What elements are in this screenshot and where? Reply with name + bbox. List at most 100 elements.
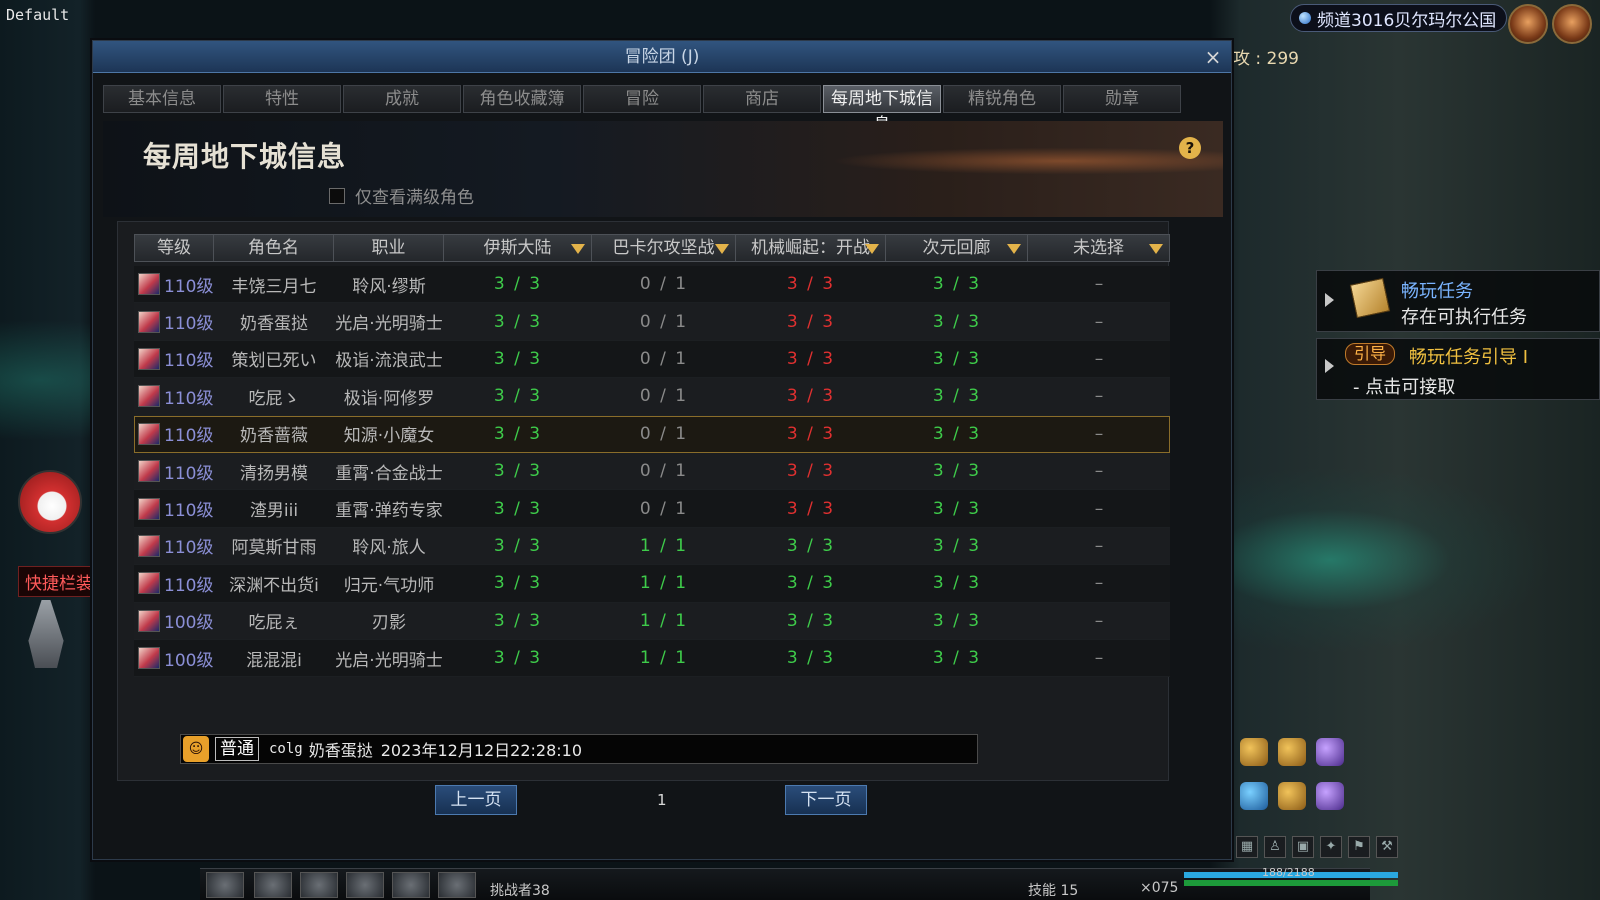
isle-cell: 3 / 3 (493, 535, 543, 556)
bag-menu-icon[interactable]: ▣ (1292, 836, 1314, 858)
chest-icon[interactable] (1240, 738, 1268, 766)
dimension-cell: 3 / 3 (932, 311, 982, 332)
table-row[interactable]: 110级 奶香蛋挞 光启·光明骑士 3 / 3 0 / 1 3 / 3 3 / 3 – (134, 303, 1170, 341)
unselected-cell: – (1094, 610, 1104, 631)
level-cell: 110级 (164, 538, 214, 559)
chat-emote-icon[interactable]: ☺ (183, 736, 209, 762)
window-title: 冒险团 (J) (624, 47, 700, 67)
page-number: 1 (657, 791, 667, 809)
dropdown-triangle-icon[interactable] (865, 244, 879, 254)
guide-quest-action[interactable]: - 点击可接取 (1353, 373, 1455, 399)
chat-message-bar[interactable]: ☺ 普通 colg 奶香蛋挞 2023年12月12日22:28:10 (180, 734, 978, 764)
character-figure-icon (28, 600, 64, 668)
quest-title[interactable]: 畅玩任务 (1401, 277, 1473, 303)
close-icon[interactable]: × (1201, 41, 1225, 73)
column-header[interactable]: 巴卡尔攻坚战 (592, 234, 736, 262)
quest-tracker-guide[interactable]: 引导 畅玩任务引导 I - 点击可接取 (1316, 338, 1600, 400)
isle-cell: 3 / 3 (493, 386, 543, 407)
character-menu-icon[interactable]: ♙ (1264, 836, 1286, 858)
column-header[interactable]: 次元回廊 (886, 234, 1028, 262)
dropdown-triangle-icon[interactable] (571, 244, 585, 254)
window-titlebar[interactable]: 冒险团 (J) × (93, 41, 1231, 73)
expand-arrow-icon[interactable] (1325, 359, 1334, 373)
character-avatar-icon (138, 497, 160, 520)
skill-slot-icon[interactable] (392, 872, 430, 898)
column-header-label: 巴卡尔攻坚战 (612, 238, 715, 258)
menu-orb-icon[interactable] (1508, 4, 1548, 44)
table-row[interactable]: 110级 渣男iii 重霄·弹药专家 3 / 3 0 / 1 3 / 3 3 / 3 – (134, 490, 1170, 528)
dropdown-triangle-icon[interactable] (1149, 244, 1163, 254)
help-icon[interactable]: ? (1179, 137, 1201, 159)
max-level-filter[interactable]: 仅查看满级角色 (329, 183, 474, 208)
table-row[interactable]: 110级 深渊不出货i 归元·气功师 3 / 3 1 / 1 3 / 3 3 / 3 – (134, 565, 1170, 603)
tab-2[interactable]: 成就 (343, 85, 461, 113)
dropdown-triangle-icon[interactable] (1007, 244, 1021, 254)
skill-slot-icon[interactable] (206, 872, 244, 898)
table-row[interactable]: 100级 混混混i 光启·光明骑士 3 / 3 1 / 1 3 / 3 3 / 3 – (134, 639, 1170, 678)
gift-icon[interactable] (1316, 782, 1344, 810)
table-row[interactable]: 110级 阿莫斯甘雨 聆风·旅人 3 / 3 1 / 1 3 / 3 3 / 3 – (134, 527, 1170, 566)
guild-menu-icon[interactable]: ⚑ (1348, 836, 1370, 858)
mech-cell: 3 / 3 (786, 348, 836, 369)
column-header[interactable]: 未选择 (1028, 234, 1170, 262)
cart-icon[interactable] (1278, 738, 1306, 766)
column-header[interactable]: 机械崛起：开战 (736, 234, 886, 262)
name-cell: 吃屁ゝ (248, 388, 300, 409)
skill-slot-icon[interactable] (346, 872, 384, 898)
tab-6[interactable]: 每周地下城信息 (823, 85, 941, 135)
filter-checkbox[interactable] (329, 187, 345, 204)
character-avatar-icon (138, 422, 160, 445)
tab-7[interactable]: 精锐角色 (943, 85, 1061, 113)
column-header: 职业 (334, 234, 444, 262)
tab-0[interactable]: 基本信息 (103, 85, 221, 113)
table-row[interactable]: 110级 吃屁ゝ 极诣·阿修罗 3 / 3 0 / 1 3 / 3 3 / 3 – (134, 378, 1170, 416)
shortcut-bar-tag[interactable]: 快捷栏装 (18, 566, 100, 597)
guide-quest-title[interactable]: 畅玩任务引导 I (1409, 343, 1528, 369)
name-cell: 吃屁ぇ (248, 613, 300, 634)
skill-slot-icon[interactable] (254, 872, 292, 898)
table-row[interactable]: 110级 丰饶三月七 聆风·缪斯 3 / 3 0 / 1 3 / 3 3 / 3 – (134, 266, 1170, 304)
prev-page-button[interactable]: 上一页 (435, 785, 517, 815)
name-cell: 阿莫斯甘雨 (231, 538, 317, 559)
chat-sender: 奶香蛋挞 (308, 741, 373, 760)
tab-8[interactable]: 勋章 (1063, 85, 1181, 113)
quest-tracker-play[interactable]: 畅玩任务 存在可执行任务 (1316, 270, 1600, 332)
isle-cell: 3 / 3 (493, 348, 543, 369)
tab-1[interactable]: 特性 (223, 85, 341, 113)
tab-5[interactable]: 商店 (703, 85, 821, 113)
attack-readout: 攻 : 299 (1233, 49, 1299, 69)
event-icon-row-2 (1240, 782, 1344, 810)
tp-icon[interactable] (1240, 782, 1268, 810)
skill-menu-icon[interactable]: ✦ (1320, 836, 1342, 858)
tab-4[interactable]: 冒险 (583, 85, 701, 113)
isle-cell: 3 / 3 (493, 461, 543, 482)
table-row[interactable]: 110级 奶香蔷薇 知源·小魔女 3 / 3 0 / 1 3 / 3 3 / 3 – (134, 415, 1170, 453)
column-header[interactable]: 伊斯大陆 (444, 234, 592, 262)
skill-slot-icon[interactable] (300, 872, 338, 898)
character-avatar-icon (138, 310, 160, 333)
table-row[interactable]: 100级 吃屁ぇ 刃影 3 / 3 1 / 1 3 / 3 3 / 3 – (134, 602, 1170, 640)
menu-orb-icon-2[interactable] (1552, 4, 1592, 44)
skill-slot-icon[interactable] (438, 872, 476, 898)
tool-menu-icon[interactable]: ⚒ (1376, 836, 1398, 858)
unselected-cell: – (1094, 648, 1104, 669)
grid-menu-icon[interactable]: ▦ (1236, 836, 1258, 858)
bakal-cell: 1 / 1 (639, 648, 689, 669)
potion-icon[interactable] (1316, 738, 1344, 766)
page-title: 每周地下城信息 (143, 140, 347, 173)
channel-indicator[interactable]: 频道3016贝尔玛尔公国 (1290, 4, 1508, 32)
table-row[interactable]: 110级 清扬男模 重霄·合金战士 3 / 3 0 / 1 3 / 3 3 / 3 – (134, 452, 1170, 491)
mech-cell: 3 / 3 (786, 573, 836, 594)
tab-3[interactable]: 角色收藏簿 (463, 85, 581, 113)
name-cell: 混混混i (246, 650, 302, 671)
character-portrait-icon[interactable] (18, 470, 82, 534)
expand-arrow-icon[interactable] (1325, 293, 1334, 307)
column-header-label: 次元回廊 (922, 238, 991, 258)
table-row[interactable]: 110级 策划已死い 极诣·流浪武士 3 / 3 0 / 1 3 / 3 3 / 3 – (134, 340, 1170, 379)
chat-channel-type[interactable]: 普通 (215, 737, 259, 761)
job-cell: 极诣·阿修罗 (343, 388, 435, 409)
wand-icon[interactable] (1278, 782, 1306, 810)
next-page-button[interactable]: 下一页 (785, 785, 867, 815)
dropdown-triangle-icon[interactable] (715, 244, 729, 254)
bakal-cell: 0 / 1 (639, 423, 689, 444)
